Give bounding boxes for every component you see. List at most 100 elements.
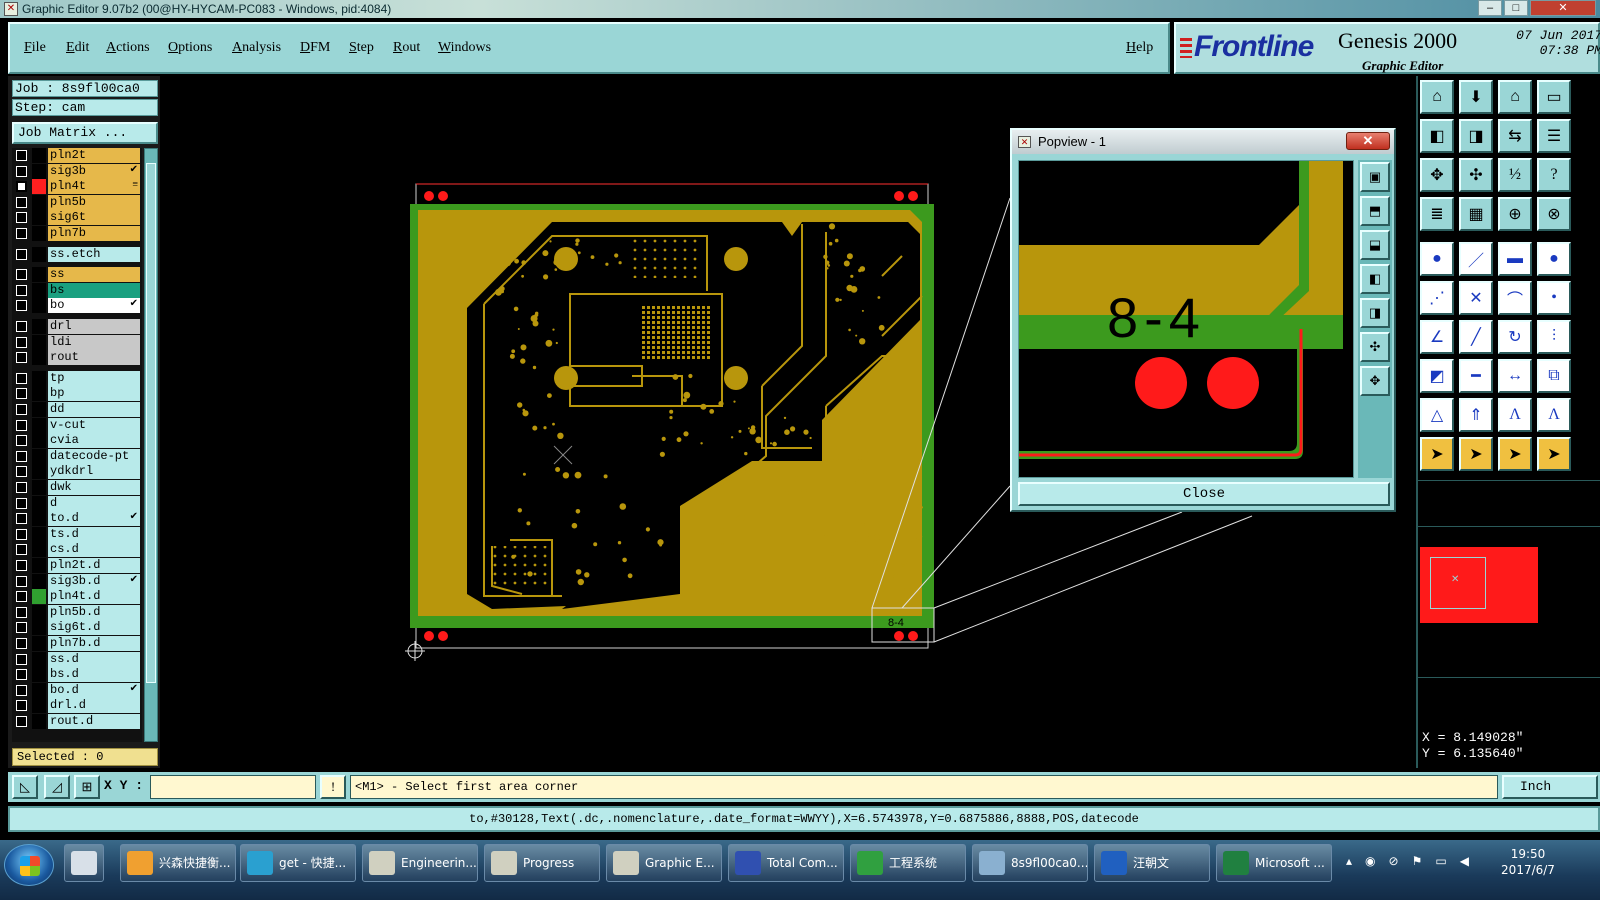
shape-tool-icon[interactable]: ◩	[1420, 359, 1454, 393]
layer-row-drl[interactable]: drl	[12, 319, 142, 334]
layer-color-swatch[interactable]	[32, 698, 46, 714]
layer-color-swatch[interactable]	[32, 714, 46, 729]
layer-name[interactable]: sig6t.d	[48, 620, 140, 636]
layer-checkbox[interactable]	[16, 372, 27, 384]
layer-name[interactable]: pln7b.d	[48, 636, 140, 651]
menu-rout[interactable]: Rout	[393, 40, 420, 56]
arc-tool-icon[interactable]: ⌒	[1498, 281, 1532, 315]
layer-name[interactable]: pln2t	[48, 148, 140, 163]
layer-color-swatch[interactable]	[32, 526, 46, 542]
taskbar-item[interactable]: 兴森快捷衡...	[120, 844, 236, 882]
taskbar-item[interactable]: 8s9fl00ca0...	[972, 844, 1088, 882]
layer-row-drl-d[interactable]: drl.d	[12, 698, 142, 714]
layer-row-pln4t[interactable]: pln4t ≡	[12, 179, 142, 195]
popview-zoom-fit-button[interactable]: ▣	[1360, 162, 1390, 192]
layer-name[interactable]: pln2t.d	[48, 558, 140, 573]
layer-row-pln4t-d[interactable]: pln4t.d	[12, 589, 142, 605]
layer-name[interactable]: ydkdrl	[48, 464, 140, 480]
layer-color-swatch[interactable]	[32, 319, 46, 334]
layer-row-cvia[interactable]: cvia	[12, 433, 142, 449]
layer-color-swatch[interactable]	[32, 210, 46, 226]
layer-color-swatch[interactable]	[32, 246, 46, 262]
layer-row-rout[interactable]: rout	[12, 350, 142, 366]
layer-name[interactable]: pln4t	[48, 179, 140, 195]
layer-color-swatch[interactable]	[32, 480, 46, 495]
layer-color-swatch[interactable]	[32, 604, 46, 620]
layer-name[interactable]: ts.d	[48, 526, 140, 542]
layer-checkbox[interactable]	[16, 150, 27, 161]
layer-row-pln2t[interactable]: pln2t	[12, 148, 142, 163]
net-tool-icon[interactable]: ⊕	[1498, 197, 1532, 231]
popview-zoom-view[interactable]: 8-4	[1018, 160, 1354, 478]
save-view-icon[interactable]: ⬇	[1459, 80, 1493, 114]
layer-row-v-cut[interactable]: v-cut	[12, 417, 142, 433]
layer-color-swatch[interactable]	[32, 542, 46, 558]
point-tool-icon[interactable]: •	[1537, 281, 1571, 315]
taskbar-clock[interactable]: 19:50 2017/6/7	[1488, 846, 1568, 878]
layer-color-swatch[interactable]	[32, 464, 46, 480]
layer-checkbox[interactable]	[16, 528, 27, 540]
layer-checkbox[interactable]	[16, 700, 27, 712]
layer-name[interactable]: sig3b.d	[48, 573, 140, 589]
tray-flag-icon[interactable]: ⚑	[1412, 854, 1423, 868]
layer-name[interactable]: drl.d	[48, 698, 140, 714]
layer-checkbox[interactable]	[16, 684, 27, 696]
layer-checkbox[interactable]	[16, 212, 27, 224]
resize-tool-icon[interactable]: ↔	[1498, 359, 1532, 393]
menu-file[interactable]: File	[24, 40, 46, 56]
layer-name[interactable]: rout.d	[48, 714, 140, 729]
tray-expand-icon[interactable]: ▴	[1346, 854, 1352, 868]
layer-row-ydkdrl[interactable]: ydkdrl	[12, 464, 142, 480]
layer-row-rout-d[interactable]: rout.d	[12, 714, 142, 729]
select-box-icon[interactable]: ➤	[1459, 437, 1493, 471]
tray-monitor-icon[interactable]: ▭	[1435, 854, 1446, 868]
layer-checkbox[interactable]	[16, 419, 27, 431]
layer-color-swatch[interactable]	[32, 370, 46, 386]
layer-name[interactable]: bo	[48, 298, 140, 314]
taskbar-item[interactable]: Engineerin...	[362, 844, 478, 882]
layer-row-sig3b-d[interactable]: sig3b.d ✔	[12, 573, 142, 589]
layer-color-swatch[interactable]	[32, 386, 46, 402]
layer-checkbox[interactable]	[16, 352, 27, 364]
layer-checkbox[interactable]	[16, 622, 27, 634]
layer-checkbox[interactable]	[16, 513, 27, 525]
layer-color-swatch[interactable]	[32, 620, 46, 636]
fit-icon[interactable]: ✥	[1420, 158, 1454, 192]
layer-color-swatch[interactable]	[32, 350, 46, 366]
unit-selector[interactable]: Inch	[1502, 775, 1598, 799]
layer-row-dd[interactable]: dd	[12, 402, 142, 417]
menu-options[interactable]: Options	[168, 40, 212, 56]
layer-checkbox[interactable]	[16, 228, 27, 239]
layer-checkbox[interactable]	[16, 435, 27, 447]
tray-antivirus-icon[interactable]: ⊘	[1389, 854, 1399, 868]
layer-row-ss-d[interactable]: ss.d	[12, 651, 142, 667]
layer-row-dwk[interactable]: dwk	[12, 480, 142, 495]
popview-zoom-in-button[interactable]: ⬒	[1360, 196, 1390, 226]
layer-color-swatch[interactable]	[32, 402, 46, 417]
help-icon[interactable]: ?	[1537, 158, 1571, 192]
layer-row-sig6t[interactable]: sig6t	[12, 210, 142, 226]
zoom-home-icon[interactable]: ⌂	[1420, 80, 1454, 114]
pad-tool-icon[interactable]: ●	[1420, 242, 1454, 276]
layer-row-datecode-pt[interactable]: datecode-pt	[12, 448, 142, 464]
taskbar-item[interactable]: Microsoft ...	[1216, 844, 1332, 882]
arrow-up-tool-icon[interactable]: ⇑	[1459, 398, 1493, 432]
layer-row-bo-d[interactable]: bo.d ✔	[12, 682, 142, 698]
layer-checkbox[interactable]	[16, 669, 27, 681]
pan-right-icon[interactable]: ◨	[1459, 119, 1493, 153]
taskbar-item[interactable]: get - 快捷...	[240, 844, 356, 882]
measure-mode-icon[interactable]: ◿	[44, 775, 70, 799]
circle-tool-icon[interactable]: ●	[1537, 242, 1571, 276]
layer-name[interactable]: dwk	[48, 480, 140, 495]
layer-name[interactable]: ss.etch	[48, 246, 140, 262]
layer-color-swatch[interactable]	[32, 226, 46, 241]
layer-row-tp[interactable]: tp	[12, 370, 142, 386]
layer-name[interactable]: rout	[48, 350, 140, 366]
popview-center-button[interactable]: ✥	[1360, 366, 1390, 396]
popview-zoom-out-button[interactable]: ⬓	[1360, 230, 1390, 260]
layer-checkbox[interactable]	[16, 284, 27, 296]
layer-color-swatch[interactable]	[32, 179, 46, 195]
ruler-icon[interactable]: ▬	[1498, 242, 1532, 276]
layer-checkbox[interactable]	[16, 388, 27, 400]
layer-checkbox[interactable]	[16, 653, 27, 665]
